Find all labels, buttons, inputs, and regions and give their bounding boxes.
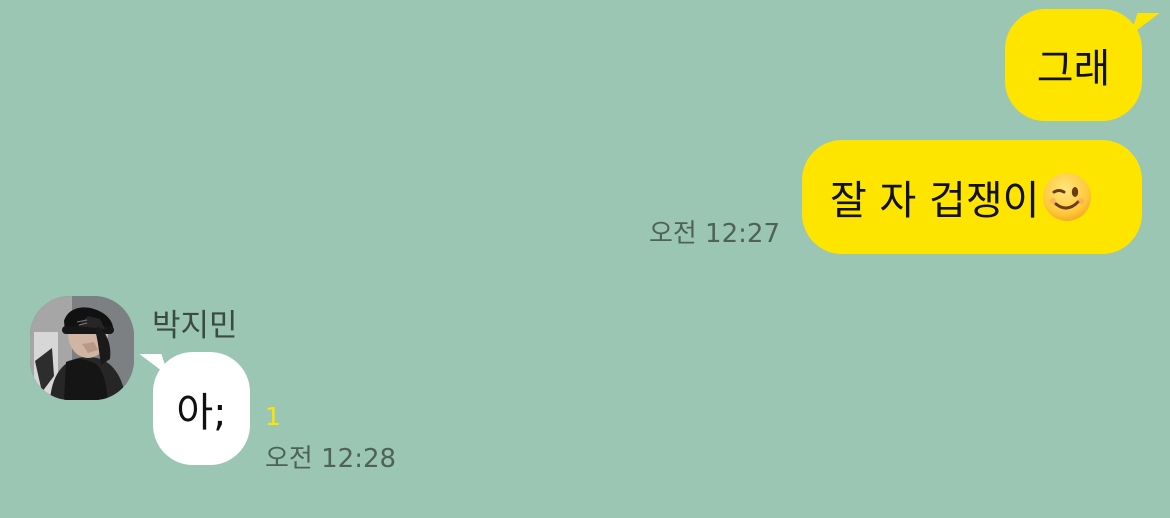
avatar[interactable]: [30, 296, 134, 400]
unread-count: 1: [265, 402, 281, 431]
message-text: 잘 자 겁쟁이: [830, 178, 1040, 224]
profile-photo: [30, 296, 134, 400]
message-time: 오전 12:28: [265, 444, 397, 474]
sender-name: 박지민: [152, 308, 238, 344]
winking-face-icon: [1041, 171, 1093, 223]
message-time: 오전 12:27: [648, 219, 780, 249]
message-bubble-sent[interactable]: 잘 자 겁쟁이: [802, 140, 1142, 254]
bubble-tail: [139, 354, 169, 376]
message-text: 그래: [1036, 46, 1111, 92]
message-bubble-sent[interactable]: 그래: [1005, 9, 1160, 121]
bubble-tail: [1130, 13, 1160, 35]
message-bubble-received[interactable]: 아;: [139, 352, 250, 465]
message-text: 아;: [176, 389, 227, 436]
